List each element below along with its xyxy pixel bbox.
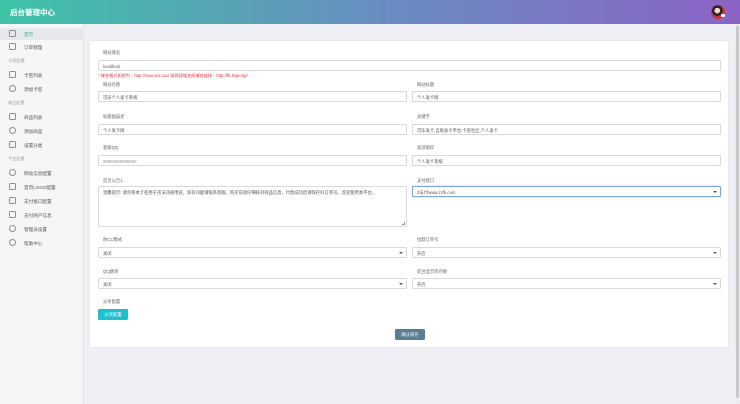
top-bar: 后台管理中心: [0, 0, 740, 24]
sidebar: 首页 订单管理 卡密配置 卡密列表 添加卡密 商品配置 商品列表 添加商品 设置…: [0, 24, 84, 404]
subtitle-input[interactable]: 个人发卡网: [98, 124, 407, 135]
pay-select[interactable]: Z支付www.zzfk.com: [412, 186, 721, 197]
page-scrollbar[interactable]: [735, 24, 740, 404]
share-config-button[interactable]: 分享配置: [98, 309, 128, 320]
order-icon: [9, 43, 16, 50]
sidebar-item-orders[interactable]: 订单管理: [0, 41, 84, 53]
sidebar-item-label: 添加卡密: [24, 86, 43, 92]
sidebar-item-add-product[interactable]: 添加商品: [0, 125, 84, 137]
sidebar-item-add-card[interactable]: 添加卡密: [0, 83, 84, 95]
chevron-down-icon: [399, 282, 403, 285]
anticc-label: 防CC模式: [103, 237, 123, 242]
qq-label: 客服QQ: [103, 145, 119, 150]
stock-select-value: 开启: [417, 282, 426, 287]
sidebar-item-label: 网站信息配置: [24, 170, 52, 176]
keywords-label: 关键字: [417, 114, 430, 119]
orderquery-label: 拉取订单号: [417, 237, 439, 242]
add-icon: [9, 127, 16, 134]
app-title: 后台管理中心: [10, 8, 55, 17]
sidebar-item-label: 首页: [24, 31, 34, 37]
sidebar-item-category[interactable]: 设置分类: [0, 139, 84, 151]
sidebar-item-product-list[interactable]: 商品列表: [0, 111, 84, 123]
anticc-select[interactable]: 关闭: [98, 247, 407, 258]
domain-hint: * 域名格式如把为：http://xxxx.xxx.xxx/ 前两段域名的域名链…: [98, 73, 248, 78]
subtitle-label: 标题副描述: [103, 114, 125, 119]
scrollbar-thumb[interactable]: [736, 26, 739, 398]
info-icon: [9, 169, 16, 176]
chevron-down-icon: [713, 251, 717, 254]
sidebar-item-label: 商品列表: [24, 114, 43, 120]
avatar-badge: [721, 14, 725, 17]
sidebar-item-label: 添加商品: [24, 128, 43, 134]
notice-text: 温馨提示: 请勿将本卡密用于违法违规用途，如有问题请联系客服。购买前请仔细核对商…: [103, 190, 377, 195]
save-button[interactable]: 确认保存: [395, 329, 425, 340]
site-name-label: 网站名称: [103, 82, 121, 87]
home-icon: [9, 30, 16, 37]
sidebar-group-platform: 平台配置: [8, 156, 25, 161]
add-icon: [9, 85, 16, 92]
pay-label: 支付接口: [417, 178, 435, 183]
sidebar-item-help[interactable]: 帮助中心: [0, 237, 84, 249]
sidebar-item-label: 订单管理: [24, 44, 43, 50]
site-title-label: 网站标题: [417, 82, 435, 87]
sidebar-item-label: 卡密列表: [24, 72, 43, 78]
notice-label: 首页公告1: [103, 178, 123, 183]
sidebar-group-products: 商品配置: [8, 100, 25, 105]
qqpay-select-value: 关闭: [103, 282, 112, 287]
sidebar-item-label: 首页LOGO配置: [24, 184, 56, 190]
merchant-icon: [9, 211, 16, 218]
sidebar-item-card-list[interactable]: 卡密列表: [0, 69, 84, 81]
footer-label: 底部版权: [417, 145, 435, 150]
anticc-select-value: 关闭: [103, 251, 112, 256]
sidebar-item-label: 管理员设置: [24, 226, 47, 232]
stock-label: 前台显示库存数: [417, 269, 448, 274]
sidebar-item-admin[interactable]: 管理员设置: [0, 223, 84, 235]
chevron-down-icon: [713, 190, 717, 193]
notice-textarea[interactable]: 温馨提示: 请勿将本卡密用于违法违规用途，如有问题请联系客服。购买前请仔细核对商…: [98, 186, 407, 227]
share-label: 分享配置: [103, 299, 121, 304]
sidebar-item-label: 帮助中心: [24, 240, 43, 246]
sidebar-item-payment[interactable]: 支付接口配置: [0, 195, 84, 207]
image-icon: [9, 183, 16, 190]
user-icon: [9, 225, 16, 232]
sidebar-item-label: 支付接口配置: [24, 198, 52, 204]
help-icon: [9, 239, 16, 246]
sidebar-item-label: 设置分类: [24, 142, 43, 148]
qqpay-select[interactable]: 关闭: [98, 278, 407, 289]
sidebar-item-label: 支付商户信息: [24, 212, 52, 218]
qq-input[interactable]: 88888888888888: [98, 155, 407, 166]
sidebar-item-merchant[interactable]: 支付商户信息: [0, 209, 84, 221]
sidebar-item-logo[interactable]: 首页LOGO配置: [0, 181, 84, 193]
site-title-input[interactable]: 个人发卡网: [412, 91, 721, 102]
domain-input[interactable]: localhost: [98, 60, 721, 71]
stock-select[interactable]: 开启: [412, 278, 721, 289]
keywords-input[interactable]: 可乐发卡,自助发卡平台,卡密社区,个人发卡: [412, 124, 721, 135]
sidebar-group-cards: 卡密配置: [8, 58, 25, 63]
pay-select-value: Z支付www.zzfk.com: [417, 190, 456, 195]
sidebar-item-home[interactable]: 首页: [0, 28, 84, 40]
sidebar-item-site-info[interactable]: 网站信息配置: [0, 167, 84, 179]
list-icon: [9, 113, 16, 120]
chevron-down-icon: [399, 251, 403, 254]
list-icon: [9, 71, 16, 78]
settings-panel: 网站域名 localhost * 域名格式如把为：http://xxxx.xxx…: [90, 41, 728, 347]
chevron-down-icon: [713, 282, 717, 285]
domain-label: 网站域名: [103, 50, 121, 55]
qqpay-label: QQ跳转: [103, 269, 119, 274]
payment-icon: [9, 197, 16, 204]
orderquery-select[interactable]: 开启: [412, 247, 721, 258]
orderquery-select-value: 开启: [417, 251, 426, 256]
category-icon: [9, 141, 16, 148]
resize-handle-icon[interactable]: [402, 222, 405, 225]
footer-input[interactable]: 个人发卡系统: [412, 155, 721, 166]
site-name-input[interactable]: 可乐个人发卡系统: [98, 91, 407, 102]
